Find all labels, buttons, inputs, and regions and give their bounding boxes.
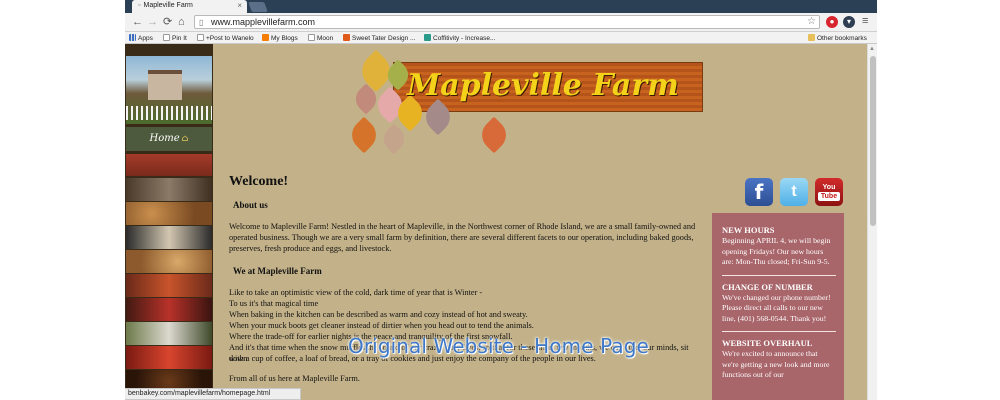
coffitivity-icon xyxy=(424,34,431,41)
poem-line: To us it's that magical time xyxy=(229,299,319,308)
fence-image xyxy=(126,106,212,120)
extension-record-icon[interactable]: ● xyxy=(826,16,838,28)
folder-icon xyxy=(808,34,815,41)
tab-strip: ▫ Mapleville Farm × xyxy=(125,0,877,13)
news-text: We've changed our phone number! Please d… xyxy=(722,292,831,323)
maple-leaf-icon xyxy=(475,116,513,154)
farmhouse-image xyxy=(148,70,182,100)
browser-toolbar: ← → ⟳ ⌂ ▯ www.mapplevillefarm.com ☆ ● ▾ … xyxy=(125,13,877,32)
news-divider xyxy=(722,274,836,276)
forward-button[interactable]: → xyxy=(147,15,158,29)
news-text: Beginning APRIL 4, we will begin opening… xyxy=(722,236,831,266)
close-tab-icon[interactable]: × xyxy=(237,1,242,10)
about-heading: About us xyxy=(233,200,268,210)
nav-store-sign[interactable] xyxy=(126,154,212,176)
scroll-up-icon[interactable]: ▲ xyxy=(869,46,875,52)
news-heading: NEW HOURS xyxy=(722,225,775,235)
nav-photo-link[interactable] xyxy=(126,226,212,249)
poem-line: Like to take an optimistic view of the c… xyxy=(229,288,483,297)
youtube-label-bottom: Tube xyxy=(818,192,840,201)
tab-title: Mapleville Farm xyxy=(143,2,193,9)
nav-home-button[interactable]: Home ⌂ xyxy=(126,127,212,151)
bookmark-coffitivity[interactable]: Coffitivity - Increase... xyxy=(424,34,495,42)
sidebar-nav: Home ⌂ xyxy=(125,44,213,400)
farm-photo xyxy=(126,56,212,124)
news-sidebar: NEW HOURS Beginning APRIL 4, we will beg… xyxy=(712,213,844,400)
address-bar[interactable]: ▯ www.mapplevillefarm.com ☆ xyxy=(194,15,820,29)
reload-button[interactable]: ⟳ xyxy=(163,15,172,29)
page-icon xyxy=(308,34,315,41)
extension-shield-icon[interactable]: ▾ xyxy=(843,16,855,28)
overlay-caption: Original Website - Home Page xyxy=(348,334,649,358)
youtube-icon[interactable]: You Tube xyxy=(815,178,843,206)
bookmark-sweet-tater[interactable]: Sweet Tater Design ... xyxy=(343,34,415,42)
nav-home-label: Home xyxy=(149,133,180,144)
browser-tab[interactable]: ▫ Mapleville Farm × xyxy=(132,0,247,13)
nav-photo-link[interactable] xyxy=(126,202,212,225)
page-icon xyxy=(163,34,170,41)
news-divider xyxy=(722,331,836,332)
bookmark-my-blogs[interactable]: My Blogs xyxy=(262,34,298,42)
facebook-icon[interactable]: f xyxy=(745,178,773,206)
nav-photo-link[interactable] xyxy=(126,298,212,321)
page-icon: ▯ xyxy=(199,18,204,27)
news-heading: WEBSITE OVERHAUL xyxy=(722,338,813,348)
poem-line: When baking in the kitchen can be descri… xyxy=(229,310,528,319)
page-icon xyxy=(197,34,204,41)
scrollbar-thumb[interactable] xyxy=(870,56,876,226)
closing-line: From all of us here at Mapleville Farm. xyxy=(229,374,360,383)
welcome-heading: Welcome! xyxy=(229,174,289,189)
about-text: Welcome to Mapleville Farm! Nestled in t… xyxy=(229,222,696,253)
bookmark-star-icon[interactable]: ☆ xyxy=(807,16,816,28)
bookmark-wanelo[interactable]: +Post to Wanelo xyxy=(197,34,254,42)
bookmark-moon[interactable]: Moon xyxy=(308,34,333,42)
apps-icon xyxy=(129,34,136,41)
maple-leaf-icon xyxy=(378,123,410,155)
back-button[interactable]: ← xyxy=(132,15,143,29)
we-heading: We at Mapleville Farm xyxy=(233,266,322,276)
nav-photo-link[interactable] xyxy=(126,346,212,369)
logo-title: Mapleville Farm xyxy=(407,68,679,103)
status-url: benbakey.com/maplevillefarm/homepage.htm… xyxy=(125,388,301,400)
house-icon: ⌂ xyxy=(181,134,189,144)
address-url: www.mapplevillefarm.com xyxy=(211,17,316,27)
poem-line: When your muck boots get cleaner instead… xyxy=(229,321,534,330)
nav-photo-link[interactable] xyxy=(126,274,212,297)
bookmarks-bar: Apps Pin It +Post to Wanelo My Blogs Moo… xyxy=(125,32,877,44)
youtube-label-top: You xyxy=(822,184,836,191)
menu-icon[interactable]: ≡ xyxy=(862,14,868,28)
maple-leaf-icon xyxy=(345,116,383,154)
new-tab-button[interactable] xyxy=(248,2,268,12)
twitter-icon[interactable]: t xyxy=(780,178,808,206)
vertical-scrollbar[interactable]: ▲ xyxy=(867,44,877,400)
favicon-icon: ▫ xyxy=(138,2,141,9)
home-button[interactable]: ⌂ xyxy=(178,15,185,29)
other-bookmarks[interactable]: Other bookmarks xyxy=(808,34,867,42)
blogger-icon xyxy=(262,34,269,41)
site-logo: Mapleville Farm xyxy=(345,48,707,160)
news-heading: CHANGE OF NUMBER xyxy=(722,281,813,292)
etsy-icon xyxy=(343,34,350,41)
nav-photo-link[interactable] xyxy=(126,322,212,345)
nav-photo-link[interactable] xyxy=(126,250,212,273)
bookmark-apps[interactable]: Apps xyxy=(129,34,153,42)
bookmark-pin-it[interactable]: Pin It xyxy=(163,34,187,42)
nav-photo-link[interactable] xyxy=(126,178,212,201)
news-text: We're excited to announce that we're get… xyxy=(722,349,830,379)
